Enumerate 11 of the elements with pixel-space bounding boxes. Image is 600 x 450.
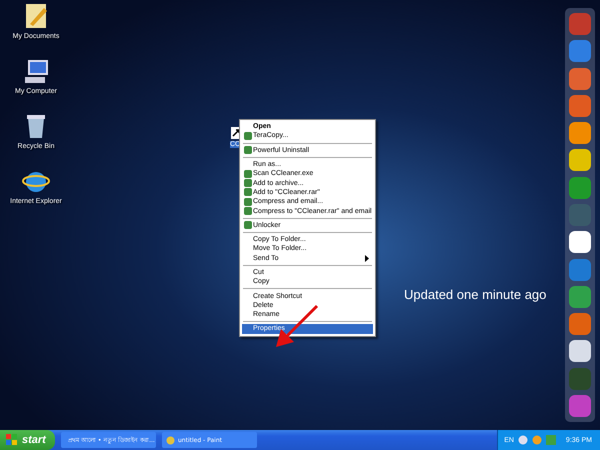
windows-logo-icon [6,434,18,446]
app-icon[interactable] [568,121,592,146]
app-icon[interactable] [568,148,592,172]
computer-icon[interactable] [22,57,50,85]
app-icon [166,436,175,444]
circle-icon[interactable] [518,435,528,445]
app-icon[interactable] [568,339,592,364]
app-icon[interactable] [568,230,592,254]
caret-icon [365,254,370,262]
wallpaper-caption: Updated one minute ago [404,287,546,302]
circle-icon[interactable] [532,435,542,445]
